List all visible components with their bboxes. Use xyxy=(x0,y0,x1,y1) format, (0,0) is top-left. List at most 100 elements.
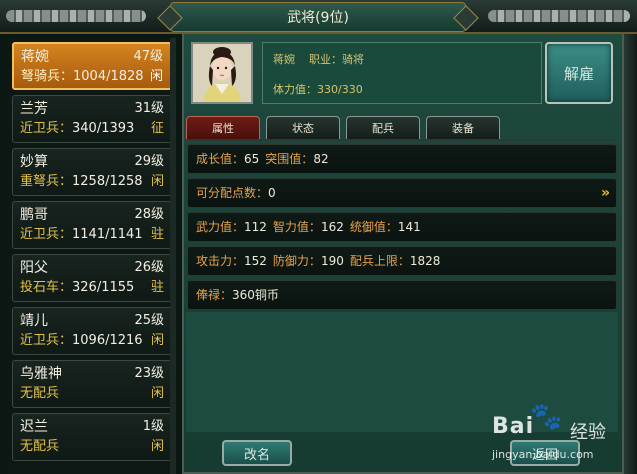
troop-type: 无配兵 xyxy=(20,439,60,454)
general-list-item[interactable]: 迟兰 1级无配兵 闲 xyxy=(12,413,172,461)
general-list-item[interactable]: 阳父 26级 投石车：326/1155 驻 xyxy=(12,254,172,302)
growth-value: 65 xyxy=(244,152,260,166)
general-name: 蒋婉 xyxy=(273,53,295,66)
troop-type: 近卫兵： xyxy=(20,333,73,348)
points-label: 可分配点数： xyxy=(196,186,269,200)
salary-value: 360铜币 xyxy=(232,288,279,302)
general-list-item[interactable]: 鹏哥 28级近卫兵：1141/1141 驻 xyxy=(12,201,172,249)
points-value: 0 xyxy=(268,186,276,200)
general-item-level: 31级 xyxy=(134,101,164,116)
troopcap-value: 1828 xyxy=(409,254,441,268)
chain-ornament-right xyxy=(488,10,630,22)
troop-type: 近卫兵： xyxy=(20,227,73,242)
troop-count: 1096/1216 xyxy=(72,333,143,348)
attack-value: 152 xyxy=(244,254,267,268)
tab-divider xyxy=(186,139,618,141)
general-item-level: 1级 xyxy=(142,419,164,434)
general-item-troop: 重弩兵：1258/1258 xyxy=(20,172,143,192)
general-list-item[interactable]: 兰芳 31级近卫兵：340/1393 征 xyxy=(12,95,172,143)
command-value: 141 xyxy=(397,220,421,234)
rename-button[interactable]: 改名 xyxy=(222,440,292,466)
general-item-level: 25级 xyxy=(134,313,164,328)
tab-status[interactable]: 状态 xyxy=(266,116,340,140)
stat-row-combat: 攻击力：152 防御力：190 配兵上限：1828 xyxy=(187,246,617,276)
dismiss-button[interactable]: 解雇 xyxy=(545,42,613,104)
general-job: 职业：骑将 xyxy=(309,53,364,66)
general-list-item[interactable]: 乌雅神 23级无配兵 闲 xyxy=(12,360,172,408)
troop-type: 无配兵 xyxy=(20,386,60,401)
general-list-item[interactable]: 妙算 29级重弩兵：1258/1258 闲 xyxy=(12,148,172,196)
troopcap-label: 配兵上限： xyxy=(349,254,410,268)
general-item-troop: 投石车：326/1155 xyxy=(20,278,134,298)
general-item-name: 迟兰 xyxy=(20,419,48,435)
watermark-url: jingyan.baidu.com xyxy=(492,448,594,461)
general-item-level: 28级 xyxy=(134,207,164,222)
stat-row-salary: 俸禄：360铜币 xyxy=(187,280,617,310)
chain-ornament-left xyxy=(6,10,146,22)
general-item-status: 闲 xyxy=(150,333,164,348)
intel-label: 智力值： xyxy=(272,220,321,234)
general-item-level: 47级 xyxy=(133,49,163,64)
troop-type: 重弩兵： xyxy=(20,174,73,189)
general-item-name: 妙算 xyxy=(20,154,48,170)
general-list-item[interactable]: 蒋婉 47级弩骑兵：1004/1828 闲 xyxy=(12,42,172,90)
defense-value: 190 xyxy=(320,254,344,268)
general-item-status: 闲 xyxy=(150,174,164,189)
force-label: 武力值： xyxy=(196,220,245,234)
general-item-level: 29级 xyxy=(134,154,164,169)
stat-row-abilities: 武力值：112 智力值：162 统御值：141 xyxy=(187,212,617,242)
general-item-name: 阳父 xyxy=(20,260,48,276)
baidu-watermark: Bai 🐾 经验 jingyan.baidu.com xyxy=(492,402,630,470)
general-info-box: 蒋婉 职业：骑将 体力值：330/330 xyxy=(262,42,542,104)
stat-row-growth: 成长值：65 突围值：82 xyxy=(187,144,617,174)
troop-count: 326/1155 xyxy=(72,280,135,295)
general-stamina: 体力值：330/330 xyxy=(273,83,363,96)
paw-icon: 🐾 xyxy=(530,402,563,432)
troop-count: 340/1393 xyxy=(72,121,135,136)
breakout-label: 突围值： xyxy=(265,152,314,166)
general-item-status: 驻 xyxy=(150,227,164,242)
general-item-troop: 无配兵 xyxy=(20,384,59,404)
tab-attributes[interactable]: 属性 xyxy=(186,116,260,140)
attack-label: 攻击力： xyxy=(196,254,245,268)
general-item-troop: 无配兵 xyxy=(20,437,59,457)
tab-equipment[interactable]: 装备 xyxy=(426,116,500,140)
general-item-name: 靖儿 xyxy=(20,313,48,329)
defense-label: 防御力： xyxy=(272,254,321,268)
portrait-image xyxy=(193,44,251,102)
expand-arrow-icon[interactable]: » xyxy=(601,179,610,207)
watermark-cn: 经验 xyxy=(570,422,606,443)
list-scrollbar[interactable] xyxy=(170,38,176,474)
general-portrait xyxy=(191,42,253,104)
general-item-status: 闲 xyxy=(150,386,164,401)
troop-type: 近卫兵： xyxy=(20,121,73,136)
general-item-status: 驻 xyxy=(150,280,164,295)
tab-troops[interactable]: 配兵 xyxy=(346,116,420,140)
troop-count: 1004/1828 xyxy=(73,69,144,84)
window-title: 武将(9位) xyxy=(170,2,466,32)
troop-count: 1258/1258 xyxy=(72,174,143,189)
general-item-level: 26级 xyxy=(134,260,164,275)
force-value: 112 xyxy=(244,220,267,234)
general-item-troop: 弩骑兵：1004/1828 xyxy=(21,67,144,87)
stat-row-points[interactable]: 可分配点数：0 » xyxy=(187,178,617,208)
watermark-text: Bai xyxy=(492,414,535,439)
general-item-level: 23级 xyxy=(134,366,164,381)
detail-tabs: 属性 状态 配兵 装备 xyxy=(186,116,618,140)
breakout-value: 82 xyxy=(313,152,329,166)
general-list[interactable]: 蒋婉 47级 弩骑兵：1004/1828 闲兰芳 31级 近卫兵：340/1393 征妙算 2… xyxy=(8,38,176,474)
general-list-item[interactable]: 靖儿 25级近卫兵：1096/1216 闲 xyxy=(12,307,172,355)
growth-label: 成长值： xyxy=(196,152,245,166)
general-item-status: 征 xyxy=(150,121,164,136)
general-item-status: 闲 xyxy=(149,69,163,84)
command-label: 统御值： xyxy=(349,220,398,234)
general-item-name: 鹏哥 xyxy=(20,207,48,223)
general-item-status: 闲 xyxy=(150,439,164,454)
general-item-troop: 近卫兵：1096/1216 xyxy=(20,331,143,351)
general-item-name: 乌雅神 xyxy=(20,366,62,382)
general-item-name: 蒋婉 xyxy=(21,49,49,65)
intel-value: 162 xyxy=(320,220,344,234)
troop-count: 1141/1141 xyxy=(72,227,143,242)
general-item-name: 兰芳 xyxy=(20,101,48,117)
salary-label: 俸禄： xyxy=(196,288,233,302)
